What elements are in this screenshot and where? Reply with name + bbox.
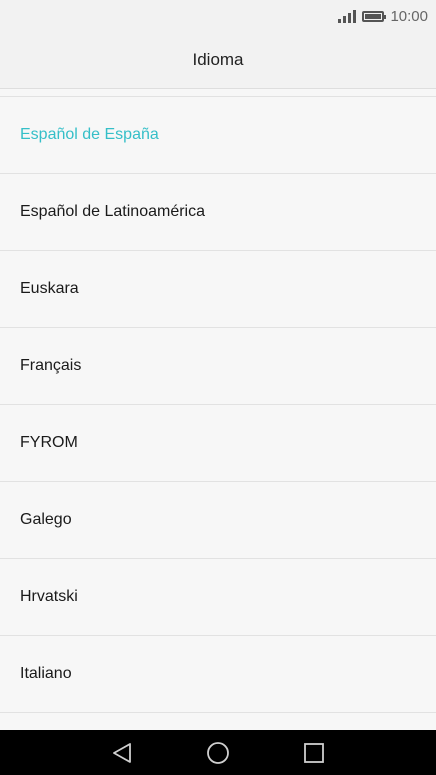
language-item[interactable]: Français <box>0 328 436 405</box>
language-label: Español de Latinoamérica <box>20 203 206 220</box>
status-time: 10:00 <box>390 7 428 25</box>
home-icon <box>207 741 229 764</box>
navigation-bar <box>0 730 436 775</box>
language-item[interactable]: Italiano <box>0 636 436 713</box>
language-label: FYROM <box>20 434 78 451</box>
battery-icon <box>362 10 387 22</box>
status-bar: 10:00 <box>0 0 436 32</box>
signal-icon <box>338 9 357 23</box>
language-item[interactable]: Hrvatski <box>0 559 436 636</box>
language-item[interactable]: Español de España <box>0 97 436 174</box>
back-button[interactable] <box>104 735 140 771</box>
language-label: Italiano <box>20 665 72 682</box>
language-label: Français <box>20 357 82 374</box>
language-item[interactable]: Galego <box>0 482 436 559</box>
page-title: Idioma <box>192 50 244 69</box>
recents-icon <box>304 742 324 763</box>
title-bar: Idioma <box>0 32 436 89</box>
language-item[interactable]: Español de Latinoamérica <box>0 174 436 251</box>
status-indicators: 10:00 <box>338 6 428 26</box>
language-label: Galego <box>20 511 72 528</box>
home-button[interactable] <box>200 735 236 771</box>
language-list[interactable]: Español de España Español de Latinoaméri… <box>0 96 436 731</box>
language-item[interactable]: Euskara <box>0 251 436 328</box>
language-item[interactable]: FYROM <box>0 405 436 482</box>
language-label: Euskara <box>20 280 79 297</box>
language-label: Hrvatski <box>20 588 78 605</box>
recents-button[interactable] <box>296 735 332 771</box>
language-label: Español de España <box>20 126 159 143</box>
back-icon <box>113 742 131 763</box>
